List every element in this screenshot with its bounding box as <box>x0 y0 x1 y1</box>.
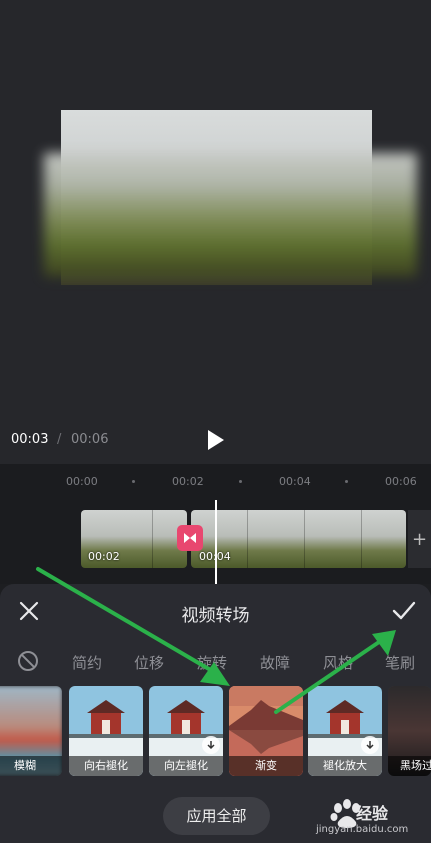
transition-button[interactable] <box>177 525 203 551</box>
play-icon[interactable] <box>203 428 227 452</box>
ruler-tick-label: 00:04 <box>279 475 311 488</box>
check-icon[interactable] <box>392 600 416 622</box>
apply-all-button[interactable]: 应用全部 <box>163 797 270 835</box>
effect-label: 向右褪化 <box>69 756 143 776</box>
download-icon <box>202 736 220 754</box>
category-tab[interactable]: 位移 <box>134 652 164 673</box>
effect-label: 黑场过 <box>388 756 431 776</box>
category-tab[interactable]: 笔刷 <box>385 652 415 673</box>
effect-fade-right[interactable]: 向右褪化 <box>69 686 143 776</box>
add-clip-button[interactable]: + <box>408 510 431 568</box>
panel-title: 视频转场 <box>181 606 250 626</box>
watermark-text: 经验 <box>356 804 389 823</box>
time-separator: / <box>57 432 62 447</box>
ruler-dot <box>132 480 135 483</box>
category-tab[interactable]: 风格 <box>323 652 353 673</box>
preview-frame-blurred <box>44 153 417 277</box>
category-tab[interactable]: 简约 <box>72 652 102 673</box>
bowtie-icon <box>184 533 196 543</box>
ruler-tick-label: 00:02 <box>172 475 204 488</box>
effect-black-fade[interactable]: 黑场过 <box>388 686 431 776</box>
current-time: 00:03 <box>11 432 49 447</box>
no-transition-icon[interactable] <box>17 650 39 672</box>
ruler-dot <box>239 480 242 483</box>
ruler-tick-label: 00:00 <box>66 475 98 488</box>
effect-label: 渐变 <box>229 756 303 776</box>
effect-fade-zoom[interactable]: 褪化放大 <box>308 686 382 776</box>
effect-label: 褪化放大 <box>308 756 382 776</box>
ruler-tick-label: 00:06 <box>385 475 417 488</box>
download-icon <box>361 736 379 754</box>
effect-blur[interactable]: 模糊 <box>0 686 62 776</box>
playhead[interactable] <box>215 500 217 584</box>
watermark-url: jingyan.baidu.com <box>316 824 409 835</box>
category-tab[interactable]: 故障 <box>260 652 290 673</box>
clip-start-time: 00:02 <box>88 550 120 563</box>
effect-fade-left[interactable]: 向左褪化 <box>149 686 223 776</box>
effect-label: 向左褪化 <box>149 756 223 776</box>
category-tab[interactable]: 旋转 <box>197 652 227 673</box>
ruler-dot <box>345 480 348 483</box>
video-preview <box>0 0 431 420</box>
effect-gradient-selected[interactable]: 渐变 <box>229 686 303 776</box>
total-time: 00:06 <box>71 432 109 447</box>
effect-label: 模糊 <box>0 756 62 776</box>
